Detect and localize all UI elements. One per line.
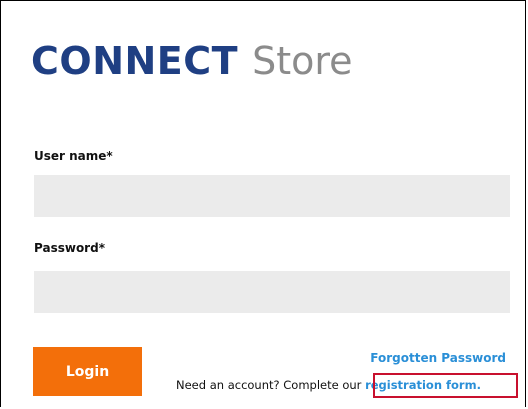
registration-prompt: Need an account? Complete our registrati… <box>176 378 481 392</box>
login-panel: CONNECT Store User name* Password* Login … <box>0 0 526 407</box>
password-input[interactable] <box>34 271 510 313</box>
need-account-text: Need an account? Complete our <box>176 378 366 392</box>
username-label: User name* <box>34 149 113 163</box>
password-label: Password* <box>34 241 105 255</box>
logo-product-text: Store <box>252 39 353 83</box>
forgotten-password-link[interactable]: Forgotten Password <box>370 351 506 365</box>
login-button[interactable]: Login <box>33 347 142 396</box>
connect-store-logo: CONNECT Store <box>31 38 353 84</box>
registration-form-link[interactable]: registration form. <box>365 378 481 392</box>
username-input[interactable] <box>34 175 510 217</box>
logo-brand-text: CONNECT <box>31 39 239 83</box>
